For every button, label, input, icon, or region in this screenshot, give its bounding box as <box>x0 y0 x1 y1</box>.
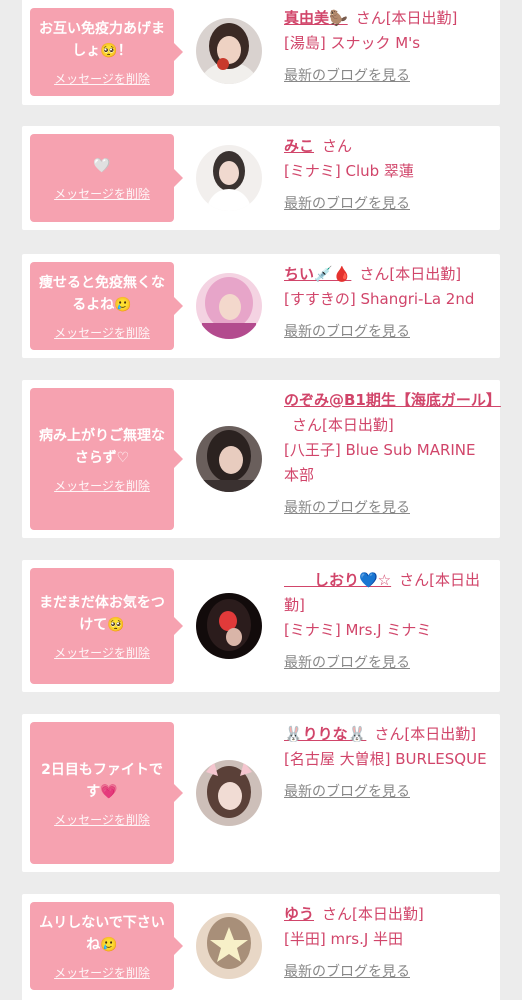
message-text: 病み上がりご無理なさらず♡ <box>39 427 165 466</box>
latest-blog-link[interactable]: 最新のブログを見る <box>284 320 494 345</box>
avatar[interactable] <box>196 426 262 492</box>
message-text: 🤍 <box>93 157 111 174</box>
message-bubble: 病み上がりご無理なさらず♡ メッセージを削除 <box>30 388 183 530</box>
message-card: まだまだ体お気をつけて🥺 メッセージを削除 しおり💙☆ さん[本日出勤] [ミナミ… <box>22 560 500 692</box>
delete-message-link[interactable]: メッセージを削除 <box>54 811 150 828</box>
shop-name: [名古屋 大曽根] BURLESQUE <box>284 750 487 768</box>
delete-message-link[interactable]: メッセージを削除 <box>54 324 150 341</box>
status-badge: [本日出勤] <box>389 265 462 283</box>
status-badge: [本日出勤] <box>385 9 458 27</box>
san-suffix: さん <box>399 571 430 589</box>
message-text: ムリしないで下さいね🥲 <box>39 914 165 953</box>
delete-message-link[interactable]: メッセージを削除 <box>54 70 150 87</box>
message-text: 2日目もファイトです💗 <box>41 761 163 800</box>
avatar[interactable] <box>196 18 262 84</box>
delete-message-link[interactable]: メッセージを削除 <box>54 477 150 494</box>
latest-blog-link[interactable]: 最新のブログを見る <box>284 651 494 676</box>
message-bubble: 🤍 メッセージを削除 <box>30 134 183 222</box>
avatar[interactable] <box>196 760 262 826</box>
latest-blog-link[interactable]: 最新のブログを見る <box>284 960 494 985</box>
message-card: 病み上がりご無理なさらず♡ メッセージを削除 のぞみ@B1期生【海底ガール】さん… <box>22 380 501 538</box>
entry-info: みこ さん [ミナミ] Club 翠蓮 最新のブログを見る <box>284 134 494 217</box>
entry-info: ちい💉🩸 さん[本日出勤] [すすきの] Shangri-La 2nd 最新のブロ… <box>284 262 494 345</box>
avatar-photo <box>196 145 262 211</box>
status-badge: [本日出勤] <box>352 905 424 923</box>
delete-message-link[interactable]: メッセージを削除 <box>54 964 150 981</box>
message-card: 痩せると免疫無くなるよね🥲 メッセージを削除 ちい💉🩸 さん[本日出勤] [すすき… <box>22 254 500 358</box>
shop-name: [八王子] Blue Sub MARINE 本部 <box>284 441 476 484</box>
message-card: 2日目もファイトです💗 メッセージを削除 🐰りりな🐰 さん[本日出勤] [名古屋 … <box>22 714 500 872</box>
girl-name-link[interactable]: のぞみ@B1期生【海底ガール】 <box>284 391 501 409</box>
message-bubble: お互い免疫力あげましょ🥺！ メッセージを削除 <box>30 8 183 96</box>
entry-info: 真由美🦫 さん[本日出勤] [湯島] スナック M's 最新のブログを見る <box>284 6 494 89</box>
girl-name-link[interactable]: ゆう <box>284 905 314 923</box>
avatar-photo <box>196 18 262 84</box>
entry-info: のぞみ@B1期生【海底ガール】さん[本日出勤] [八王子] Blue Sub M… <box>284 388 501 521</box>
san-suffix: さん <box>322 905 353 923</box>
latest-blog-link[interactable]: 最新のブログを見る <box>284 192 494 217</box>
message-text: 痩せると免疫無くなるよね🥲 <box>39 274 165 313</box>
message-card: 🤍 メッセージを削除 みこ さん [ミナミ] Club 翠蓮 最新のブログを見る <box>22 126 500 230</box>
shop-name: [ミナミ] Mrs.J ミナミ <box>284 621 432 639</box>
entry-info: しおり💙☆ さん[本日出勤] [ミナミ] Mrs.J ミナミ 最新のブログを見る <box>284 568 494 676</box>
avatar[interactable] <box>196 145 262 211</box>
status-badge: [本日出勤] <box>404 725 477 743</box>
san-suffix: さん <box>374 725 405 743</box>
shop-name: [半田] mrs.J 半田 <box>284 930 404 948</box>
message-card: お互い免疫力あげましょ🥺！ メッセージを削除 真由美🦫 さん[本日出勤] [湯島]… <box>22 0 500 105</box>
girl-name-link[interactable]: しおり💙☆ <box>284 571 391 589</box>
message-text: まだまだ体お気をつけて🥺 <box>39 594 165 633</box>
message-bubble: 痩せると免疫無くなるよね🥲 メッセージを削除 <box>30 262 183 350</box>
girl-name-link[interactable]: みこ <box>284 137 314 155</box>
message-text: お互い免疫力あげましょ🥺！ <box>39 20 165 59</box>
san-suffix: さん <box>322 137 353 155</box>
san-suffix: さん <box>355 9 386 27</box>
avatar-photo <box>196 913 262 979</box>
message-bubble: まだまだ体お気をつけて🥺 メッセージを削除 <box>30 568 183 684</box>
avatar-photo <box>196 273 262 339</box>
girl-name-link[interactable]: ちい💉🩸 <box>284 265 351 283</box>
entry-info: ゆう さん[本日出勤] [半田] mrs.J 半田 最新のブログを見る <box>284 902 494 985</box>
shop-name: [すすきの] Shangri-La 2nd <box>284 290 475 308</box>
avatar-photo <box>196 760 262 826</box>
latest-blog-link[interactable]: 最新のブログを見る <box>284 64 494 89</box>
san-suffix: さん <box>359 265 390 283</box>
message-card: ムリしないで下さいね🥲 メッセージを削除 ゆう さん[本日出勤] [半田] mrs… <box>22 894 500 1000</box>
shop-name: [ミナミ] Club 翠蓮 <box>284 162 414 180</box>
delete-message-link[interactable]: メッセージを削除 <box>54 644 150 661</box>
latest-blog-link[interactable]: 最新のブログを見る <box>284 780 494 805</box>
avatar[interactable] <box>196 593 262 659</box>
avatar[interactable] <box>196 273 262 339</box>
latest-blog-link[interactable]: 最新のブログを見る <box>284 496 494 521</box>
delete-message-link[interactable]: メッセージを削除 <box>54 185 150 202</box>
avatar-photo <box>196 426 262 492</box>
san-suffix: さん <box>292 416 323 434</box>
entry-info: 🐰りりな🐰 さん[本日出勤] [名古屋 大曽根] BURLESQUE 最新のブログ… <box>284 722 494 805</box>
message-bubble: 2日目もファイトです💗 メッセージを削除 <box>30 722 183 864</box>
message-bubble: ムリしないで下さいね🥲 メッセージを削除 <box>30 902 183 990</box>
avatar-photo <box>196 593 262 659</box>
girl-name-link[interactable]: 🐰りりな🐰 <box>284 725 366 743</box>
girl-name-link[interactable]: 真由美🦫 <box>284 9 348 27</box>
avatar[interactable] <box>196 913 262 979</box>
status-badge: [本日出勤] <box>322 416 394 434</box>
shop-name: [湯島] スナック M's <box>284 34 421 52</box>
